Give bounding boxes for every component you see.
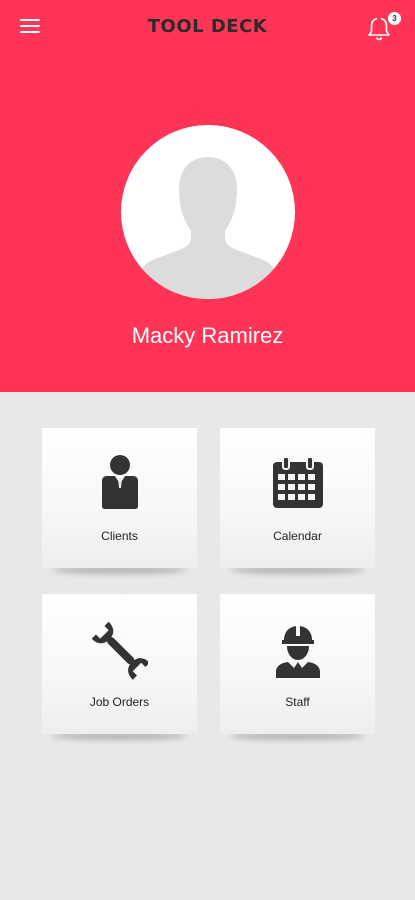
clients-tile[interactable]: Clients [42, 428, 197, 568]
staff-label: Staff [285, 695, 310, 709]
calendar-tile[interactable]: Calendar [220, 428, 375, 568]
profile-header: TOOL DECK 3 Macky Ramirez [0, 0, 415, 392]
app-title: TOOL DECK [147, 16, 268, 37]
job-orders-tile[interactable]: Job Orders [42, 594, 197, 734]
staff-tile[interactable]: Staff [220, 594, 375, 734]
calendar-label: Calendar [273, 529, 322, 543]
wrench-icon [91, 621, 148, 680]
job-orders-label: Job Orders [89, 695, 150, 709]
avatar[interactable] [121, 125, 295, 299]
worker-helmet-icon [275, 626, 320, 678]
clients-label: Clients [101, 529, 138, 543]
user-name: Macky Ramirez [131, 323, 284, 348]
person-icon [101, 455, 138, 509]
notification-badge: 3 [388, 12, 401, 25]
calendar-icon [272, 456, 323, 508]
user-silhouette-icon [137, 157, 279, 299]
